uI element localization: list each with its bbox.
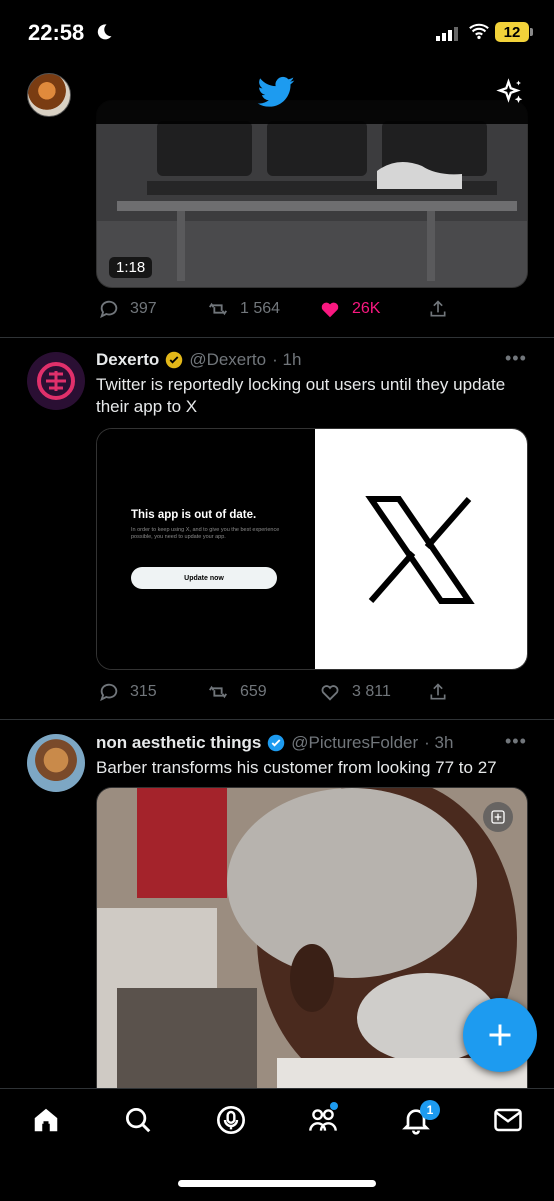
battery-tip: [530, 28, 533, 36]
wifi-icon: [469, 23, 489, 40]
like-count: 26K: [352, 300, 381, 317]
compose-tweet-button[interactable]: [463, 998, 537, 1072]
verified-blue-icon: [268, 734, 285, 752]
x-logo-panel: [315, 429, 527, 669]
tweet-text: Barber transforms his customer from look…: [96, 758, 497, 777]
card-desc: In order to keep using X, and to give yo…: [131, 527, 280, 540]
heart-filled-icon: [321, 302, 339, 318]
tweet-time: · 3h: [424, 733, 454, 752]
author-name[interactable]: Dexerto: [96, 350, 159, 370]
reply-icon: [100, 300, 118, 319]
dexerto-logo-icon: [27, 352, 85, 410]
twitter-bird-logo-icon[interactable]: [256, 76, 296, 110]
tweet-header: non aesthetic things @PicturesFolder · 3…: [96, 733, 453, 753]
update-now-button: Update now: [131, 567, 277, 589]
tweet-image-update-card[interactable]: This app is out of date. In order to kee…: [96, 428, 528, 670]
messages-envelope-icon[interactable]: [493, 1106, 523, 1134]
tweet-time: · 1h: [272, 350, 302, 369]
more-options-icon[interactable]: •••: [505, 731, 527, 752]
share-button[interactable]: [428, 298, 448, 320]
divider: [0, 719, 554, 720]
like-button[interactable]: 3 811: [318, 681, 391, 703]
like-count: 3 811: [352, 683, 391, 700]
author-name[interactable]: non aesthetic things: [96, 733, 261, 753]
author-handle[interactable]: @PicturesFolder: [291, 733, 418, 753]
tweet-video-airport[interactable]: 1:18: [96, 100, 528, 288]
sparkle-timeline-icon[interactable]: [496, 78, 526, 108]
plus-icon: [489, 1024, 511, 1046]
update-screen-panel: This app is out of date. In order to kee…: [97, 429, 315, 669]
home-icon[interactable]: [31, 1105, 61, 1135]
battery-indicator: 12: [495, 22, 529, 42]
notifications-badge: 1: [420, 1100, 440, 1120]
share-button[interactable]: [428, 681, 448, 703]
retweet-icon: [208, 685, 228, 699]
media-overlay-icon[interactable]: [483, 802, 513, 832]
tweet-text: Twitter is reportedly locking out users …: [96, 375, 506, 416]
more-options-icon[interactable]: •••: [505, 348, 527, 369]
share-icon: [430, 683, 446, 700]
verified-gold-icon: [166, 351, 183, 369]
communities-dot: [330, 1102, 338, 1110]
retweet-button[interactable]: 659: [206, 681, 267, 703]
reply-button[interactable]: 315: [98, 681, 157, 703]
status-time: 22:58: [28, 20, 85, 45]
content-warning-icon: [491, 810, 505, 824]
barber-video-image: [97, 788, 527, 1108]
heart-icon: [321, 685, 339, 701]
reply-icon: [100, 683, 118, 702]
retweet-button[interactable]: 1 564: [206, 298, 280, 320]
reply-button[interactable]: 397: [98, 298, 157, 320]
share-icon: [430, 300, 446, 317]
reply-count: 397: [130, 300, 157, 317]
x-logo-icon: [365, 496, 475, 604]
avatar-dexerto[interactable]: [27, 352, 85, 410]
like-button[interactable]: 26K: [318, 298, 380, 320]
retweet-count: 1 564: [240, 300, 281, 317]
spaces-icon[interactable]: [215, 1104, 247, 1136]
airport-seats-image: [97, 101, 527, 287]
avatar-non-aesthetic-things[interactable]: [27, 734, 85, 792]
reply-count: 315: [130, 683, 157, 700]
tweet-header: Dexerto @Dexerto · 1h: [96, 350, 301, 370]
card-title: This app is out of date.: [131, 509, 257, 521]
author-handle[interactable]: @Dexerto: [189, 350, 266, 370]
retweet-count: 659: [240, 683, 267, 700]
moon-icon: [97, 24, 112, 40]
search-icon[interactable]: [123, 1105, 153, 1135]
home-indicator[interactable]: [178, 1180, 376, 1187]
divider: [0, 337, 554, 338]
retweet-icon: [208, 302, 228, 316]
profile-avatar-button[interactable]: [27, 73, 71, 117]
tweet-video-barber[interactable]: [96, 787, 528, 1109]
video-duration-badge: 1:18: [109, 257, 153, 278]
cellular-signal-icon: [436, 27, 458, 41]
